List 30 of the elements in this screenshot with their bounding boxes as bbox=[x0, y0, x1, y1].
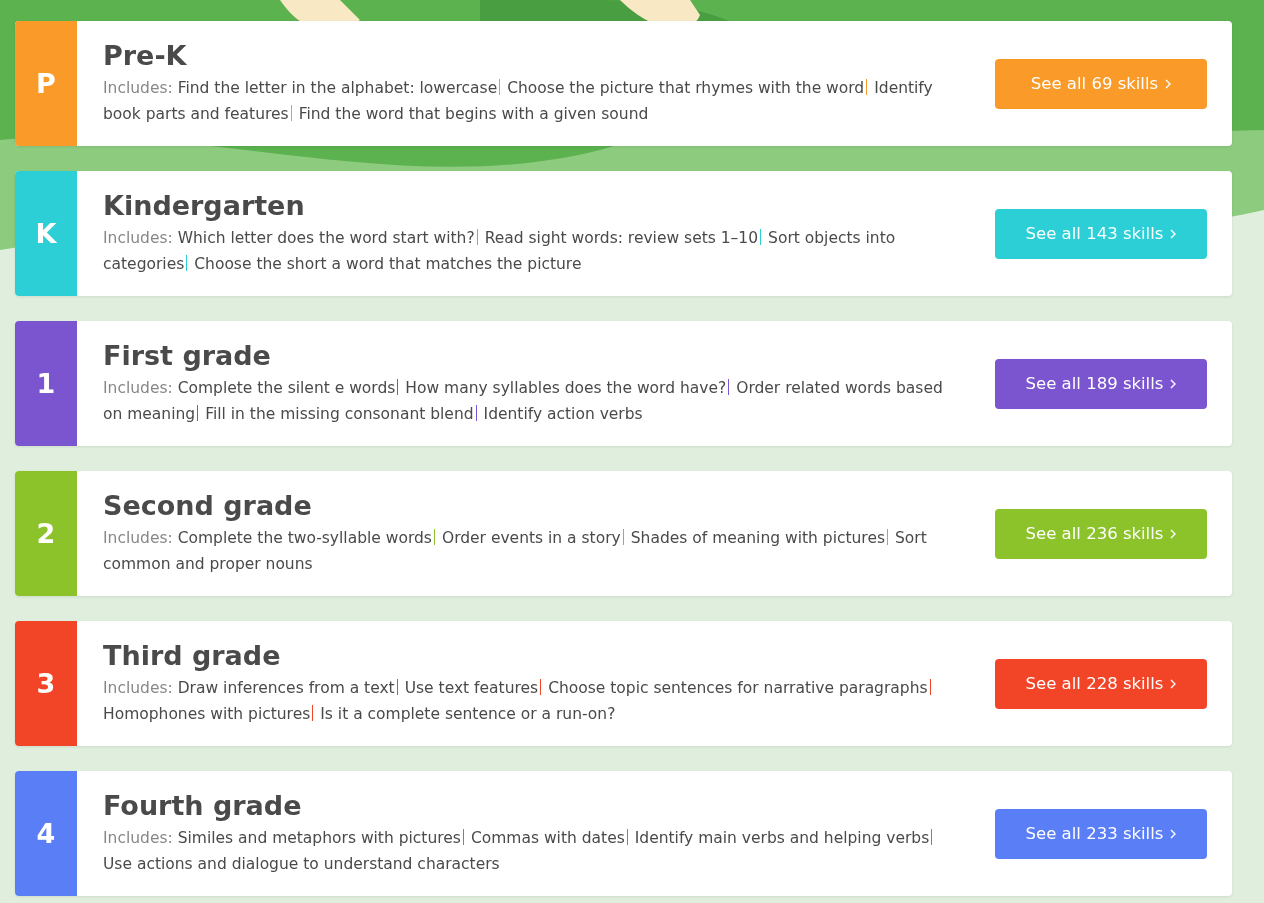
chevron-icon bbox=[1170, 828, 1177, 839]
chevron-icon bbox=[1170, 678, 1177, 689]
see-all-button[interactable]: See all 189 skills bbox=[995, 358, 1207, 409]
grade-title: Fourth grade bbox=[103, 790, 303, 821]
grade-badge: 2 bbox=[15, 471, 77, 596]
see-all-button[interactable]: See all 69 skills bbox=[995, 58, 1207, 109]
grade-badge: P bbox=[15, 21, 77, 146]
grade-title: Second grade bbox=[103, 490, 313, 521]
skill-list: Includes: Complete the silent e words How many syllables does the word have? Order related words based on meaning Fill in the missing consonant blend Identify action verbs bbox=[103, 375, 965, 427]
see-all-button[interactable]: See all 233 skills bbox=[995, 808, 1207, 859]
chevron-icon bbox=[1170, 228, 1177, 239]
grade-badge: 4 bbox=[15, 771, 77, 896]
chevron-icon bbox=[1170, 378, 1177, 389]
see-all-button[interactable]: See all 236 skills bbox=[995, 508, 1207, 559]
grade-badge: 3 bbox=[15, 621, 77, 746]
skill-list: Includes: Complete the two-syllable words Order events in a story Shades of meaning with pictures Sort common and proper nouns bbox=[103, 525, 965, 577]
chevron-icon bbox=[1165, 78, 1172, 89]
skill-list: Includes: Similes and metaphors with pictures Commas with dates Identify main verbs and helping verbs Use actions and dialogue to understand characters bbox=[103, 825, 965, 877]
grade-title: Third grade bbox=[103, 640, 282, 671]
skill-list: Includes: Which letter does the word start with? Read sight words: review sets 1–10 Sort objects into categories Choose the short a word that matches the picture bbox=[103, 225, 965, 277]
grade-title: Pre-K bbox=[103, 40, 188, 71]
skill-list: Includes: Draw inferences from a text Use text features Choose topic sentences for narrative paragraphs Homophones with pictures Is it a complete sentence or a run-on? bbox=[103, 675, 965, 727]
grade-badge: K bbox=[15, 171, 77, 296]
see-all-button[interactable]: See all 143 skills bbox=[995, 208, 1207, 259]
skill-list: Includes: Find the letter in the alphabet: lowercase Choose the picture that rhymes with the word Identify book parts and features Find the word that begins with a given sound bbox=[103, 75, 965, 127]
grade-title: First grade bbox=[103, 340, 272, 371]
grade-title: Kindergarten bbox=[103, 190, 306, 221]
chevron-icon bbox=[1170, 528, 1177, 539]
grade-badge: 1 bbox=[15, 321, 77, 446]
see-all-button[interactable]: See all 228 skills bbox=[995, 658, 1207, 709]
